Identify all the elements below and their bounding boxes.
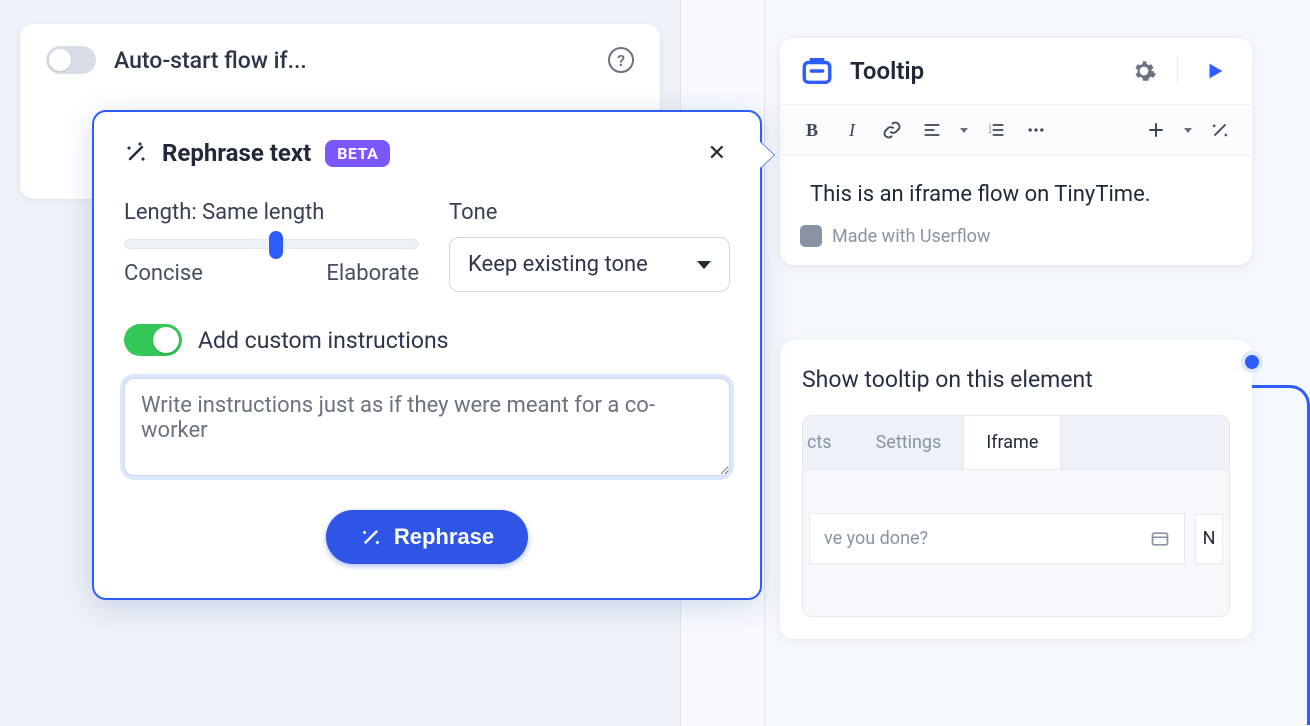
rephrase-popover: Rephrase text BETA ✕ Length: Same length… xyxy=(92,110,762,600)
element-preview: cts Settings Iframe ve you done? N xyxy=(802,415,1230,617)
length-control: Length: Same length Concise Elaborate xyxy=(124,200,419,292)
preview-right-cut[interactable]: N xyxy=(1195,514,1223,564)
connector-dot xyxy=(1245,355,1259,369)
custom-instructions-label: Add custom instructions xyxy=(198,327,449,354)
bold-button[interactable]: B xyxy=(794,113,830,147)
close-icon[interactable]: ✕ xyxy=(704,138,730,168)
tooltip-title: Tooltip xyxy=(850,57,924,85)
preview-tab-cut[interactable]: cts xyxy=(803,416,854,469)
autostart-toggle[interactable] xyxy=(46,46,96,74)
rephrase-title: Rephrase text xyxy=(162,139,311,167)
preview-tab-iframe[interactable]: Iframe xyxy=(963,416,1061,469)
align-dropdown-icon[interactable] xyxy=(954,113,974,147)
card-icon xyxy=(1150,529,1170,549)
rephrase-button-label: Rephrase xyxy=(394,524,494,550)
add-dropdown-icon[interactable] xyxy=(1178,113,1198,147)
tone-value: Keep existing tone xyxy=(468,252,648,277)
autostart-label: Auto-start flow if... xyxy=(114,47,307,74)
svg-text:2: 2 xyxy=(989,129,992,135)
custom-instructions-toggle[interactable] xyxy=(124,324,182,356)
tone-control: Tone Keep existing tone xyxy=(449,200,730,292)
add-icon[interactable] xyxy=(1138,113,1174,147)
length-slider[interactable] xyxy=(124,239,419,249)
length-label: Length: Same length xyxy=(124,200,419,225)
preview-input-text: ve you done? xyxy=(824,528,928,549)
length-max-label: Elaborate xyxy=(326,261,419,286)
align-button[interactable] xyxy=(914,113,950,147)
preview-input[interactable]: ve you done? xyxy=(809,513,1185,564)
tooltip-text: This is an iframe flow on TinyTime. xyxy=(810,182,1151,207)
beta-badge: BETA xyxy=(325,140,390,167)
userflow-logo-icon xyxy=(800,225,822,247)
play-icon[interactable] xyxy=(1177,58,1252,84)
italic-button[interactable]: I xyxy=(834,113,870,147)
rephrase-button[interactable]: Rephrase xyxy=(326,510,528,564)
tooltip-icon xyxy=(800,54,834,88)
tone-select[interactable]: Keep existing tone xyxy=(449,237,730,292)
chevron-down-icon xyxy=(697,261,711,269)
connector-line xyxy=(1252,385,1310,725)
gear-icon[interactable] xyxy=(1111,58,1177,84)
tooltip-footer: Made with Userflow xyxy=(832,226,990,247)
toolbar-spacer xyxy=(1058,113,1134,147)
length-slider-thumb[interactable] xyxy=(269,231,283,259)
wand-icon xyxy=(360,526,382,548)
wand-icon xyxy=(124,141,148,165)
tooltip-card: Tooltip B I xyxy=(780,38,1252,265)
format-toolbar: B I 1 2 xyxy=(780,104,1252,156)
help-icon[interactable]: ? xyxy=(608,47,634,73)
list-icon[interactable]: 1 2 xyxy=(978,113,1014,147)
tooltip-content[interactable]: This is an iframe flow on TinyTime. xyxy=(780,156,1252,225)
link-icon[interactable] xyxy=(874,113,910,147)
tone-label: Tone xyxy=(449,200,730,225)
preview-tab-settings[interactable]: Settings xyxy=(854,416,964,469)
element-target-card: Show tooltip on this element cts Setting… xyxy=(780,340,1252,639)
more-icon[interactable] xyxy=(1018,113,1054,147)
ai-wand-icon[interactable] xyxy=(1202,113,1238,147)
custom-instructions-input[interactable] xyxy=(124,378,730,476)
length-min-label: Concise xyxy=(124,261,203,286)
element-heading: Show tooltip on this element xyxy=(802,366,1230,393)
